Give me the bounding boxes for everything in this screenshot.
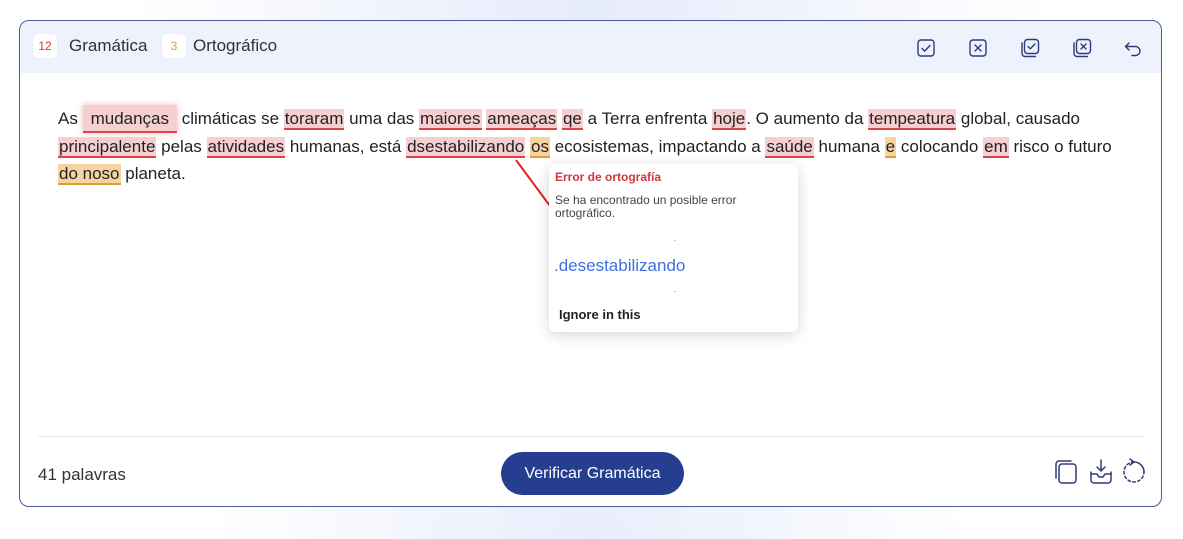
text-segment: causado <box>1015 109 1080 128</box>
error-temperatura[interactable]: tempeatura <box>868 109 957 130</box>
error-principalmente[interactable]: principalente <box>58 137 157 158</box>
footer-divider <box>38 436 1143 437</box>
error-maiores[interactable]: maiores <box>419 109 482 130</box>
refresh-icon[interactable] <box>1121 458 1147 486</box>
popup-description: Se ha encontrado un posible error ortogr… <box>555 193 737 220</box>
text-segment: . O aumento da <box>746 109 864 128</box>
text-segment: a Terra enfrenta <box>587 109 708 128</box>
error-ameacas[interactable]: ameaças <box>486 109 558 130</box>
card-header: 12 Gramática 3 Ortográfico <box>20 21 1161 73</box>
suggestion-option[interactable]: .desestabilizando <box>554 256 685 276</box>
error-tornaram[interactable]: toraram <box>283 109 345 130</box>
popup-title: Error de ortografía <box>555 170 662 184</box>
error-atividades[interactable]: atividades <box>206 137 286 158</box>
error-em[interactable]: em <box>983 137 1009 158</box>
x-square-icon[interactable] <box>968 38 988 58</box>
text-segment: risco o futuro <box>1013 137 1112 156</box>
separator-dot <box>674 240 676 241</box>
warning-e[interactable]: e <box>884 137 897 158</box>
check-square-icon[interactable] <box>916 38 936 58</box>
text-segment: colocando <box>900 137 979 156</box>
separator-dot <box>674 291 676 292</box>
text-segment: climáticas se <box>181 109 280 128</box>
text-segment: humanas, está <box>289 137 402 156</box>
copy-icon[interactable] <box>1053 458 1079 486</box>
error-saude[interactable]: saúde <box>765 137 814 158</box>
tab-grammar[interactable]: Gramática <box>69 35 147 57</box>
error-hoje[interactable]: hoje <box>712 109 747 130</box>
check-grammar-button[interactable]: Verificar Gramática <box>501 452 684 495</box>
download-icon[interactable] <box>1088 458 1114 486</box>
error-que[interactable]: qe <box>561 109 583 130</box>
text-segment: global, <box>960 109 1011 128</box>
error-mudancas[interactable]: mudanças <box>82 105 178 133</box>
spelling-count-badge: 3 <box>162 34 186 58</box>
text-segment: humana <box>818 137 880 156</box>
text-segment: As <box>58 109 78 128</box>
text-segment: uma das <box>349 109 415 128</box>
warning-do-nosso[interactable]: do noso <box>58 164 121 185</box>
grammar-count-badge: 12 <box>33 34 57 58</box>
x-all-icon[interactable] <box>1072 38 1092 58</box>
undo-icon[interactable] <box>1123 38 1143 58</box>
check-all-icon[interactable] <box>1020 38 1040 58</box>
word-count: 41 palavras <box>38 465 126 484</box>
ignore-option[interactable]: Ignore in this <box>559 307 641 322</box>
tab-spelling[interactable]: Ortográfico <box>193 35 277 57</box>
text-segment: pelas <box>161 137 202 156</box>
text-segment: planeta. <box>125 164 186 183</box>
spelling-error-popup: Error de ortografía Se ha encontrado un … <box>549 164 798 332</box>
